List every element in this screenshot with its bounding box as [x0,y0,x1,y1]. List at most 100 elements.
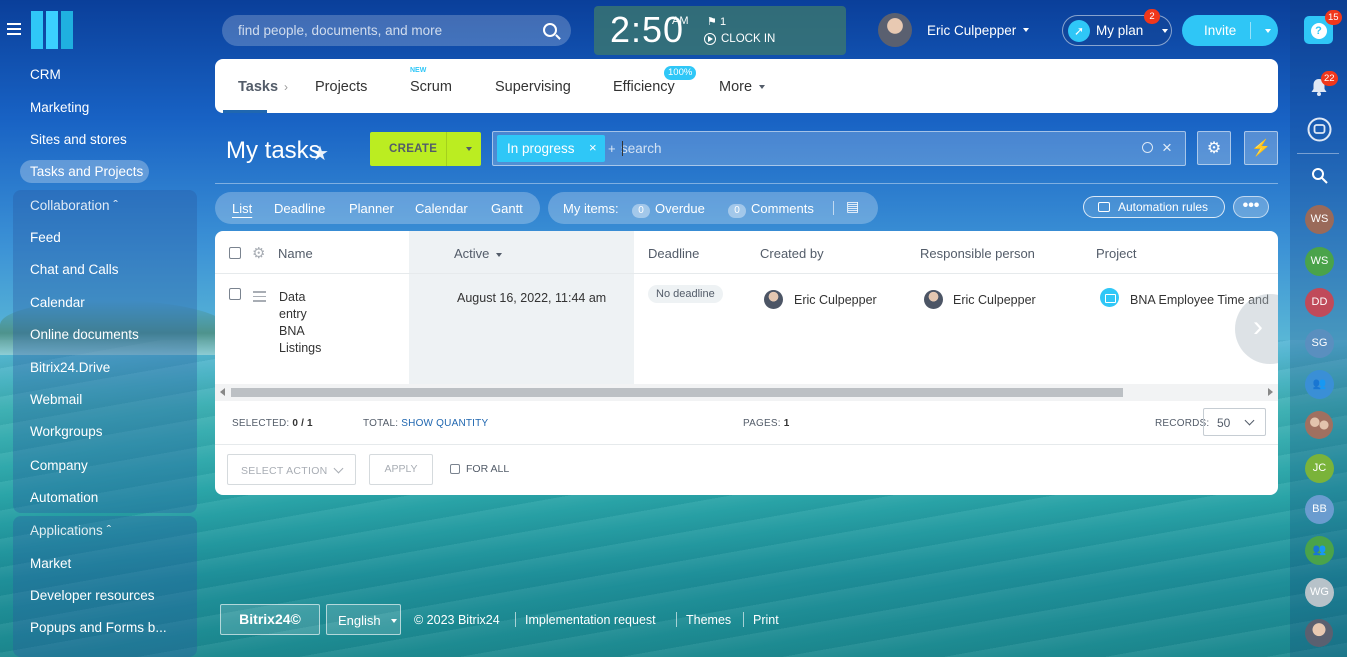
contact-photo-avatar[interactable] [1305,411,1333,439]
column-header-active[interactable]: Active [454,246,503,261]
view-gantt[interactable]: Gantt [491,201,523,216]
add-filter-icon[interactable]: + [608,141,616,156]
records-per-page-select[interactable]: 50 [1203,408,1266,436]
scroll-left-icon[interactable] [220,388,225,396]
close-icon[interactable]: × [589,140,597,155]
settings-button[interactable]: ⚙ [1197,131,1231,165]
show-quantity-link[interactable]: SHOW QUANTITY [401,418,488,429]
comment-icon[interactable]: ▤ [846,198,859,215]
group-icon[interactable]: 👥 [1305,536,1334,565]
scroll-right-icon[interactable] [1268,388,1273,396]
responsible-link[interactable]: Eric Culpepper [953,293,1036,307]
menu-item-tasks-projects[interactable]: Tasks and Projects [30,164,143,179]
invite-button[interactable]: Invite [1182,15,1278,46]
menu-burger-icon[interactable] [7,23,21,35]
menu-item-developer-resources[interactable]: Developer resources [30,588,155,603]
scrollbar-thumb[interactable] [231,388,1123,397]
contact-avatar[interactable]: SG [1305,329,1334,358]
column-header-deadline[interactable]: Deadline [648,246,699,261]
deadline-badge[interactable]: No deadline [648,285,723,303]
apply-button[interactable]: APPLY [369,454,433,485]
star-icon[interactable]: ★ [311,141,329,166]
language-select[interactable]: English [326,604,401,635]
search-icon[interactable] [1142,142,1153,153]
contact-avatar[interactable]: JC [1305,454,1334,483]
themes-link[interactable]: Themes [686,613,731,627]
filter-pill-in-progress[interactable]: In progress × [497,135,605,162]
column-header-created-by[interactable]: Created by [760,246,824,261]
tab-more[interactable]: More [719,79,766,95]
menu-item-workgroups[interactable]: Workgroups [30,424,103,439]
search-input[interactable]: find people, documents, and more [238,23,442,38]
view-calendar[interactable]: Calendar [415,201,468,216]
collaboration-group-title[interactable]: Collaboration ˆ [30,198,118,213]
automation-rules-button[interactable]: Automation rules [1083,196,1225,218]
print-link[interactable]: Print [753,613,779,627]
menu-item-feed[interactable]: Feed [30,230,61,245]
contact-avatar[interactable]: WS [1305,247,1334,276]
menu-item-online-documents[interactable]: Online documents [30,327,139,342]
gear-icon[interactable]: ⚙ [252,244,265,262]
user-photo-avatar[interactable] [1305,619,1333,647]
created-by-link[interactable]: Eric Culpepper [794,293,877,307]
filter-search-input[interactable]: search [621,141,662,156]
menu-item-chat-calls[interactable]: Chat and Calls [30,262,119,277]
help-badge: 15 [1325,10,1342,25]
chat-icon[interactable] [1307,117,1332,142]
invite-separator [1250,22,1251,39]
create-button[interactable]: CREATE [370,132,481,166]
drag-handle-icon[interactable] [253,291,266,302]
view-planner[interactable]: Planner [349,201,394,216]
filter-search-box[interactable]: In progress × + search × [492,131,1186,166]
contact-avatar[interactable]: WG [1305,578,1334,607]
row-checkbox[interactable] [229,288,241,300]
menu-item-crm[interactable]: CRM [30,67,61,82]
bitrix24-brand-button[interactable]: Bitrix24© [220,604,320,635]
select-all-checkbox[interactable] [229,247,241,259]
select-action-dropdown[interactable]: SELECT ACTION [227,454,356,485]
contact-avatar[interactable]: DD [1305,288,1334,317]
selected-counter: SELECTED: 0 / 1 [232,418,313,429]
task-name-link[interactable]: Data entry BNA Listings [279,289,321,357]
view-deadline[interactable]: Deadline [274,201,325,216]
chevron-down-icon[interactable] [1265,29,1271,33]
chevron-down-icon[interactable] [466,147,472,151]
clear-icon[interactable]: × [1162,138,1172,158]
column-header-project[interactable]: Project [1096,246,1136,261]
overdue-counter[interactable]: 0 Overdue [632,201,705,218]
comments-counter[interactable]: 0 Comments [728,201,814,218]
search-icon[interactable] [1311,167,1329,185]
column-header-name[interactable]: Name [278,246,313,261]
menu-item-popups-forms[interactable]: Popups and Forms b... [30,620,167,635]
tab-supervising[interactable]: Supervising [495,79,571,95]
global-search[interactable]: find people, documents, and more [222,15,571,46]
horizontal-scrollbar[interactable] [215,384,1278,401]
menu-item-company[interactable]: Company [30,458,88,473]
tab-efficiency[interactable]: Efficiency [613,79,675,95]
more-options-button[interactable]: ••• [1233,196,1269,218]
clock-widget[interactable]: 2:50 AM ⚑ 1 CLOCK IN [594,6,846,55]
applications-group-title[interactable]: Applications ˆ [30,523,111,538]
column-header-responsible[interactable]: Responsible person [920,246,1035,261]
clock-in-button[interactable]: CLOCK IN [704,33,775,45]
group-chat-icon[interactable]: 👥 [1305,370,1334,399]
menu-item-marketing[interactable]: Marketing [30,100,89,115]
user-menu[interactable]: Eric Culpepper [878,13,1030,47]
menu-item-automation[interactable]: Automation [30,490,98,505]
tab-projects[interactable]: Projects [315,79,367,95]
menu-item-drive[interactable]: Bitrix24.Drive [30,360,110,375]
tab-tasks[interactable]: Tasks [238,79,278,95]
contact-avatar[interactable]: BB [1305,495,1334,524]
menu-item-webmail[interactable]: Webmail [30,392,82,407]
quick-action-button[interactable]: ⚡ [1244,131,1278,165]
for-all-checkbox[interactable] [450,464,460,474]
menu-item-sites-stores[interactable]: Sites and stores [30,132,127,147]
tab-scrum[interactable]: Scrum [410,79,452,95]
search-icon[interactable] [543,23,557,37]
menu-item-market[interactable]: Market [30,556,71,571]
contact-avatar[interactable]: WS [1305,205,1334,234]
bitrix-logo-icon[interactable] [31,11,73,49]
view-list[interactable]: List [232,201,252,216]
implementation-request-link[interactable]: Implementation request [525,613,656,627]
menu-item-calendar[interactable]: Calendar [30,295,85,310]
